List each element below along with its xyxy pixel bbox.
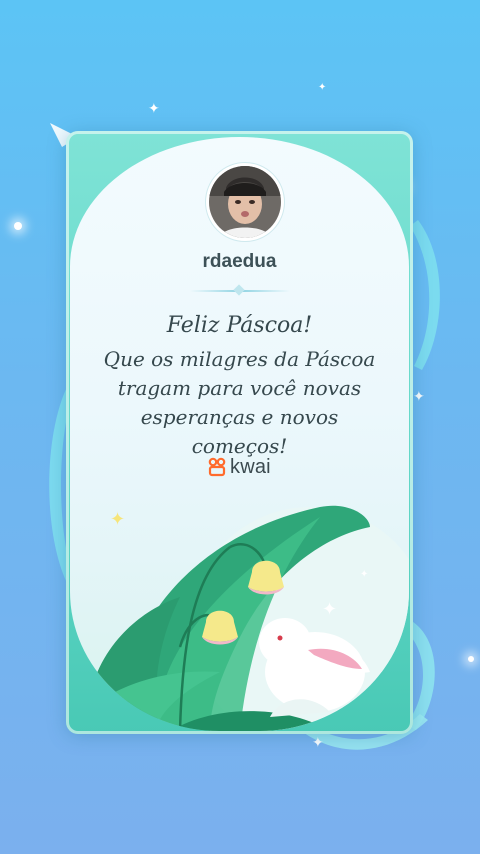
sparkle-icon: ✦ (148, 101, 160, 117)
sparkle-icon: ✦ (318, 82, 327, 93)
sparkle-icon: ✦ (413, 389, 425, 405)
glow-dot (14, 222, 22, 230)
svg-text:✦: ✦ (360, 569, 368, 580)
greeting-card: rdaedua Feliz Páscoa! Que os milagres da… (66, 131, 413, 734)
svg-text:✦: ✦ (110, 509, 125, 530)
greeting-title: Feliz Páscoa! (166, 313, 313, 338)
card-arch-panel: rdaedua Feliz Páscoa! Que os milagres da… (70, 137, 409, 731)
glow-dot (468, 656, 474, 662)
brand-name: kwai (230, 455, 271, 478)
svg-text:✦: ✦ (322, 599, 337, 620)
kwai-brand: kwai (208, 455, 271, 479)
easter-illustration: ✦ ✦ ✦ (70, 505, 409, 731)
divider-ornament (233, 284, 245, 296)
kwai-logo-icon (208, 457, 226, 477)
avatar[interactable] (206, 163, 284, 241)
greeting-message: Que os milagres da Páscoa tragam para vo… (103, 347, 376, 458)
sparkle-icon: ✦ (312, 735, 324, 751)
username: rdaedua (202, 251, 277, 272)
